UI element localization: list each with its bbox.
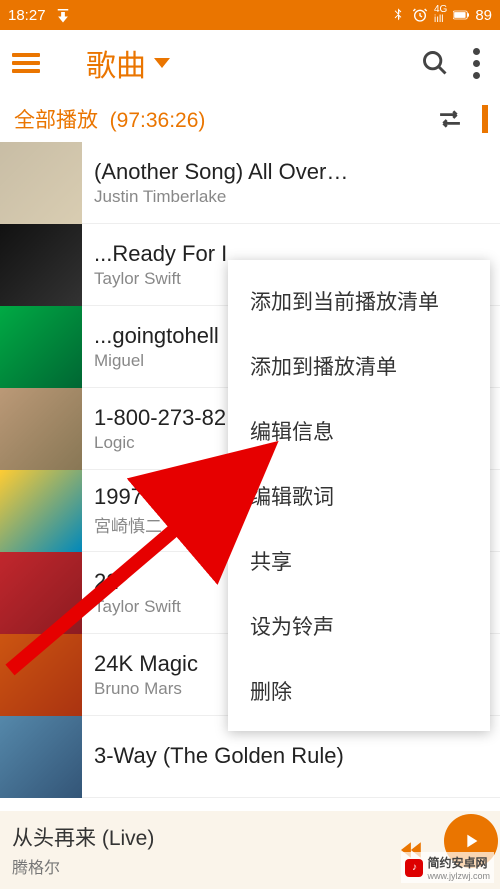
play-all-row[interactable]: 全部播放 (97:36:26) (0, 96, 500, 142)
album-art (0, 388, 82, 470)
now-playing-title: 从头再来 (Live) (12, 822, 398, 852)
scroll-indicator (482, 105, 488, 133)
song-title: 3-Way (The Golden Rule) (94, 743, 500, 769)
status-time: 18:27 (8, 7, 46, 24)
menu-add-current-playlist[interactable]: 添加到当前播放清单 (228, 268, 490, 333)
battery-icon (453, 7, 469, 23)
album-art (0, 716, 82, 798)
status-bar: 18:27 4Giıll 89 (0, 0, 500, 30)
play-all-duration: (97:36:26) (110, 109, 206, 132)
shuffle-icon[interactable] (436, 108, 464, 130)
menu-icon[interactable] (12, 49, 40, 77)
play-all-label: 全部播放 (14, 109, 98, 132)
menu-edit-info[interactable]: 编辑信息 (228, 398, 490, 463)
album-art (0, 552, 82, 634)
album-art (0, 224, 82, 306)
app-bar: 歌曲 (0, 30, 500, 96)
page-title-dropdown[interactable]: 歌曲 (86, 41, 170, 85)
context-menu: 添加到当前播放清单 添加到播放清单 编辑信息 编辑歌词 共享 设为铃声 删除 (228, 260, 490, 731)
album-art (0, 634, 82, 716)
chevron-down-icon (154, 58, 170, 68)
bluetooth-icon (390, 7, 406, 23)
song-title: (Another Song) All Over… (94, 159, 460, 185)
song-artist: Justin Timberlake (94, 187, 460, 207)
album-art (0, 142, 82, 224)
watermark-url: www.jylzwj.com (427, 871, 490, 881)
album-art (0, 470, 82, 552)
alarm-icon (412, 7, 428, 23)
album-art (0, 306, 82, 388)
play-icon (460, 830, 482, 852)
watermark: ♪ 简约安卓网 www.jylzwj.com (401, 852, 494, 883)
now-playing-artist: 腾格尔 (12, 854, 398, 878)
android-icon: ♪ (405, 859, 423, 877)
page-title: 歌曲 (86, 41, 146, 85)
menu-set-ringtone[interactable]: 设为铃声 (228, 593, 490, 658)
menu-edit-lyrics[interactable]: 编辑歌词 (228, 463, 490, 528)
watermark-brand: 简约安卓网 (427, 854, 490, 871)
status-battery: 89 (475, 7, 492, 24)
search-icon[interactable] (421, 49, 449, 77)
download-icon (54, 6, 72, 24)
network-icon: 4Giıll (434, 5, 447, 25)
menu-share[interactable]: 共享 (228, 528, 490, 593)
song-row[interactable]: (Another Song) All Over… Justin Timberla… (0, 142, 500, 224)
menu-delete[interactable]: 删除 (228, 658, 490, 723)
menu-add-playlist[interactable]: 添加到播放清单 (228, 333, 490, 398)
chevron-down-icon[interactable] (460, 172, 500, 194)
overflow-menu-icon[interactable] (465, 48, 488, 79)
